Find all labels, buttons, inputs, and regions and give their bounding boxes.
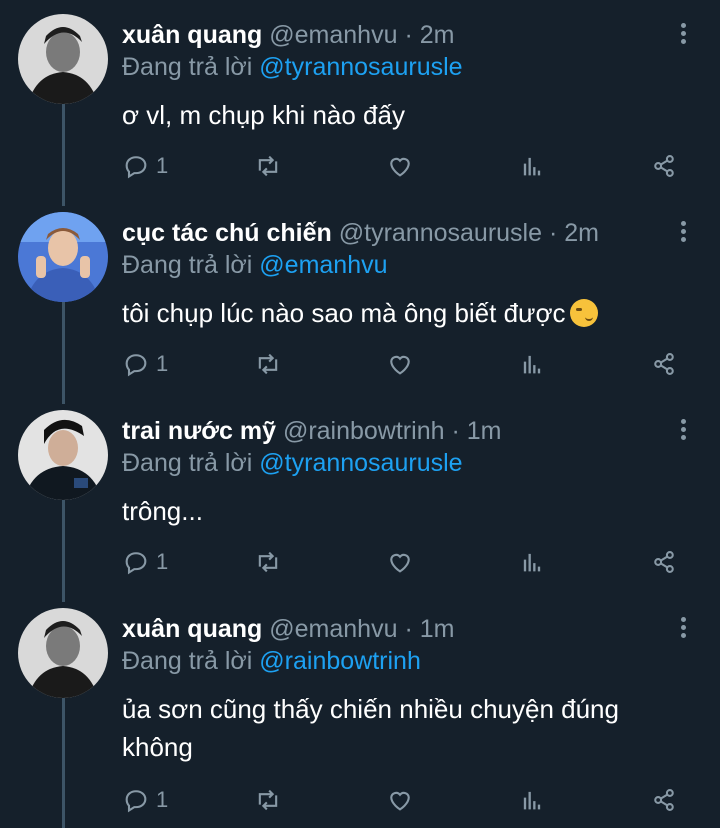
share-icon <box>654 353 674 375</box>
retweet-button[interactable] <box>254 150 282 182</box>
reply-icon <box>125 790 147 813</box>
reply-context: Đang trả lời @rainbowtrinh <box>122 644 421 678</box>
tweet[interactable]: xuân quang @emanhvu · 1m Đang trả lời @r… <box>0 594 720 828</box>
analytics-icon <box>523 791 541 810</box>
avatar[interactable] <box>18 14 108 104</box>
display-name[interactable]: xuân quang <box>122 21 262 49</box>
mention-link[interactable]: @tyrannosaurusle <box>259 53 462 81</box>
tweet-text: ơ vl, m chụp khi nào đấy <box>122 100 405 130</box>
reply-icon <box>125 156 147 179</box>
like-icon <box>390 553 410 573</box>
analytics-button[interactable] <box>518 784 546 816</box>
smirking-face-icon <box>569 299 598 327</box>
share-button[interactable] <box>650 784 678 816</box>
mention-link[interactable]: @rainbowtrinh <box>259 647 421 675</box>
reply-button[interactable]: 1 <box>122 150 168 182</box>
like-button[interactable] <box>386 348 414 380</box>
more-icon[interactable] <box>671 218 695 248</box>
reply-button[interactable]: 1 <box>122 348 168 380</box>
analytics-icon <box>523 157 541 176</box>
action-bar: 1 <box>122 546 682 578</box>
tweet-text-line: không <box>122 732 193 762</box>
mention-link[interactable]: @emanhvu <box>259 251 387 279</box>
action-bar: 1 <box>122 784 682 816</box>
reply-count: 1 <box>156 153 169 178</box>
analytics-button[interactable] <box>518 150 546 182</box>
tweet-text: ủa sơn cũng thấy chiến nhiều chuyện đúng… <box>122 690 682 766</box>
reply-prefix: Đang trả lời <box>122 53 253 81</box>
tweet-header: xuân quang @emanhvu · 1m <box>122 612 454 646</box>
analytics-button[interactable] <box>518 546 546 578</box>
timestamp: · 1m <box>404 615 455 643</box>
reply-icon <box>125 552 147 575</box>
share-icon <box>654 155 674 177</box>
action-bar: 1 <box>122 348 682 380</box>
reply-prefix: Đang trả lời <box>122 251 253 279</box>
tweet[interactable]: cục tác chú chiến @tyrannosaurusle · 2m … <box>0 198 720 396</box>
reply-context: Đang trả lời @tyrannosaurusle <box>122 446 463 480</box>
more-icon[interactable] <box>671 614 695 644</box>
avatar[interactable] <box>18 608 108 698</box>
share-button[interactable] <box>650 150 678 182</box>
timestamp: · 2m <box>548 219 599 247</box>
share-icon <box>654 551 674 573</box>
user-handle[interactable]: @emanhvu <box>269 21 397 49</box>
like-button[interactable] <box>386 784 414 816</box>
tweet[interactable]: trai nước mỹ @rainbowtrinh · 1m Đang trả… <box>0 396 720 594</box>
avatar[interactable] <box>18 212 108 302</box>
reply-icon <box>125 354 147 377</box>
user-handle[interactable]: @tyrannosaurusle <box>339 219 542 247</box>
like-button[interactable] <box>386 150 414 182</box>
reply-button[interactable]: 1 <box>122 784 168 816</box>
retweet-button[interactable] <box>254 784 282 816</box>
retweet-button[interactable] <box>254 348 282 380</box>
share-button[interactable] <box>650 348 678 380</box>
analytics-button[interactable] <box>518 348 546 380</box>
tweet-header: cục tác chú chiến @tyrannosaurusle · 2m <box>122 216 599 250</box>
like-button[interactable] <box>386 546 414 578</box>
like-icon <box>390 791 410 811</box>
timestamp: · 1m <box>451 417 502 445</box>
retweet-icon <box>258 551 278 573</box>
like-icon <box>390 355 410 375</box>
like-icon <box>390 157 410 177</box>
avatar[interactable] <box>18 410 108 500</box>
tweet-text-content: tôi chụp lúc nào sao mà ông biết được <box>122 298 566 328</box>
mention-link[interactable]: @tyrannosaurusle <box>259 449 462 477</box>
retweet-button[interactable] <box>254 546 282 578</box>
reply-button[interactable]: 1 <box>122 546 168 578</box>
display-name[interactable]: cục tác chú chiến <box>122 219 332 247</box>
analytics-icon <box>523 355 541 374</box>
user-handle[interactable]: @rainbowtrinh <box>283 417 445 445</box>
reply-prefix: Đang trả lời <box>122 647 253 675</box>
tweet[interactable]: xuân quang @emanhvu · 2m Đang trả lời @t… <box>0 0 720 198</box>
tweet-text: tôi chụp lúc nào sao mà ông biết được <box>122 294 682 332</box>
share-icon <box>654 789 674 811</box>
display-name[interactable]: trai nước mỹ <box>122 417 276 445</box>
more-icon[interactable] <box>671 416 695 446</box>
tweet-header: trai nước mỹ @rainbowtrinh · 1m <box>122 414 501 448</box>
user-handle[interactable]: @emanhvu <box>269 615 397 643</box>
tweet-text: trông... <box>122 496 203 526</box>
analytics-icon <box>523 553 541 572</box>
retweet-icon <box>258 155 278 177</box>
share-button[interactable] <box>650 546 678 578</box>
timestamp: · 2m <box>404 21 455 49</box>
reply-count: 1 <box>156 549 169 574</box>
tweet-header: xuân quang @emanhvu · 2m <box>122 18 454 52</box>
tweet-text-line: ủa sơn cũng thấy chiến nhiều chuyện đúng <box>122 694 619 724</box>
reply-count: 1 <box>156 351 169 376</box>
action-bar: 1 <box>122 150 682 182</box>
reply-count: 1 <box>156 787 169 812</box>
reply-context: Đang trả lời @emanhvu <box>122 248 388 282</box>
reply-prefix: Đang trả lời <box>122 449 253 477</box>
retweet-icon <box>258 353 278 375</box>
display-name[interactable]: xuân quang <box>122 615 262 643</box>
retweet-icon <box>258 789 278 811</box>
reply-context: Đang trả lời @tyrannosaurusle <box>122 50 463 84</box>
more-icon[interactable] <box>671 20 695 50</box>
